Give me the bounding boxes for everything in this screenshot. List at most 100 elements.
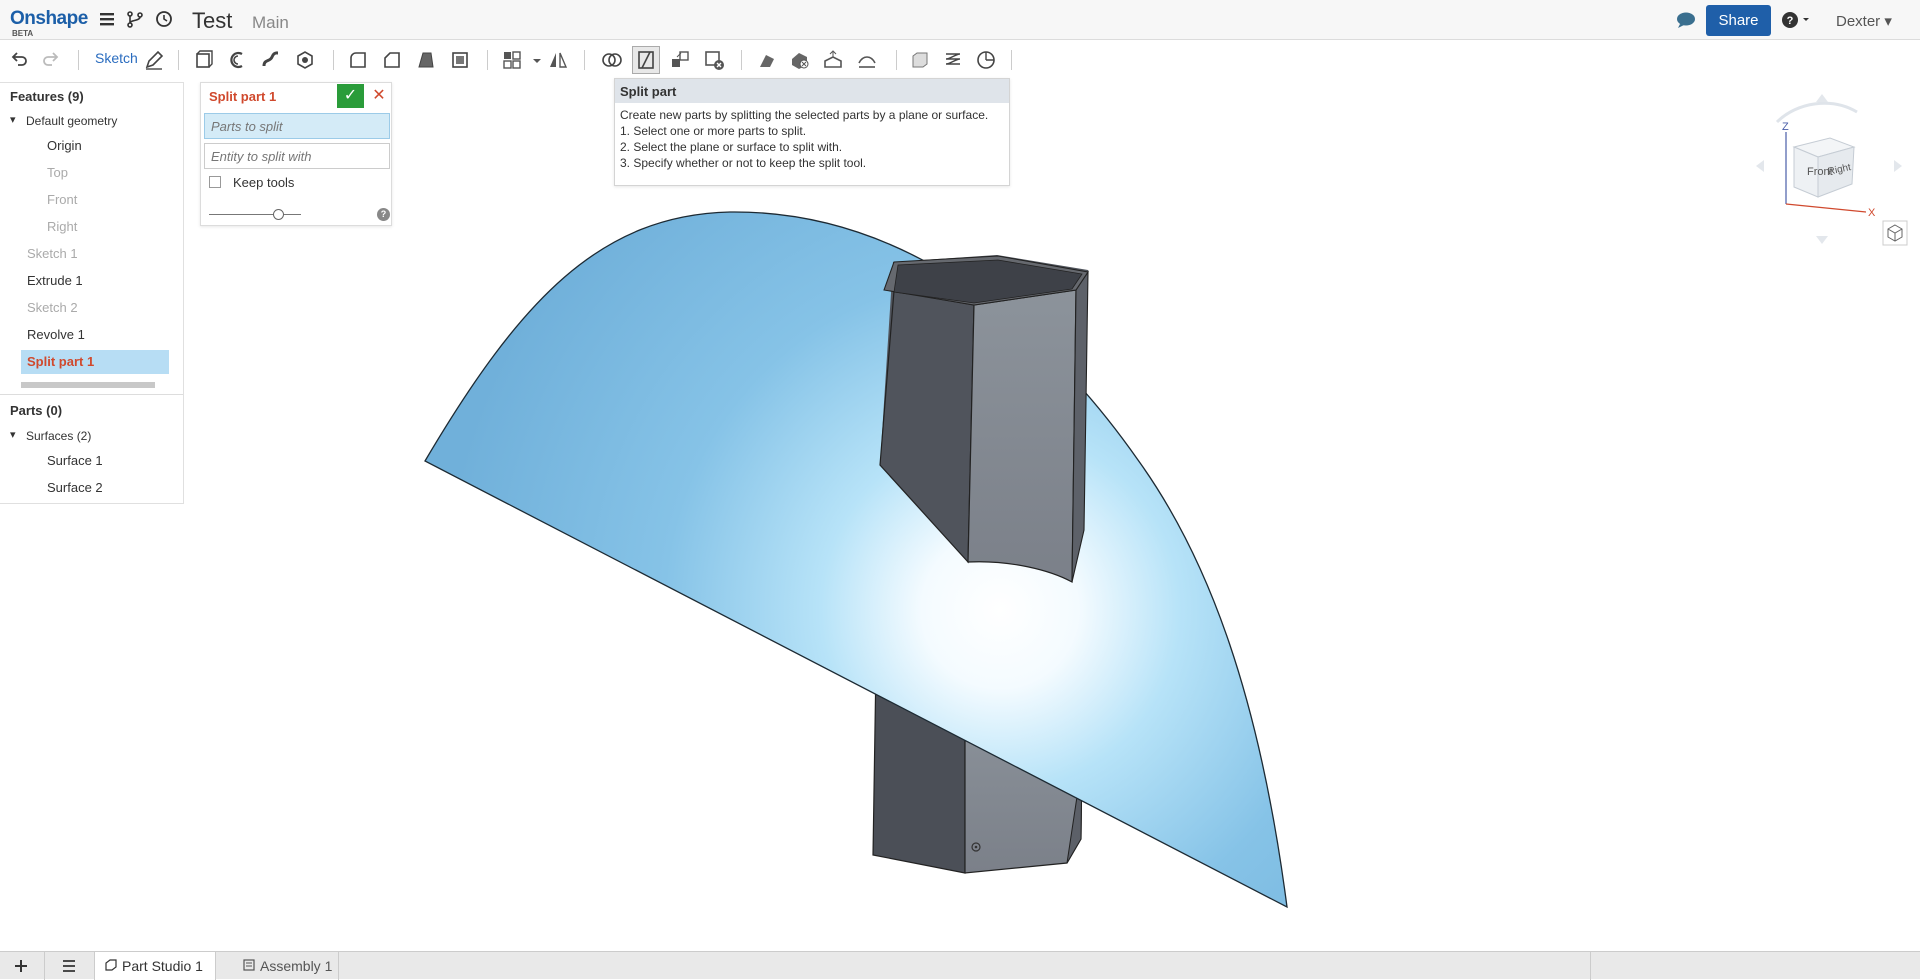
split-part-icon[interactable] <box>632 46 660 74</box>
tooltip-step: 3. Specify whether or not to keep the sp… <box>620 156 867 170</box>
redo-icon[interactable] <box>40 49 62 71</box>
delete-face-icon[interactable] <box>789 49 811 71</box>
tab-part-studio-1[interactable]: Part Studio 1 <box>94 952 216 980</box>
tooltip-description: Create new parts by splitting the select… <box>620 108 989 122</box>
tab-list-icon[interactable] <box>60 957 80 975</box>
feature-item-extrude-1[interactable]: Extrude 1 <box>27 273 83 288</box>
parts-header: Parts (0) <box>10 403 63 418</box>
share-button[interactable]: Share <box>1706 5 1771 36</box>
features-header: Features (9) <box>10 89 84 104</box>
delete-part-icon[interactable] <box>703 49 725 71</box>
feature-item-top[interactable]: Top <box>47 165 68 180</box>
feature-item-sketch-2[interactable]: Sketch 2 <box>27 300 78 315</box>
part-item-surface-2[interactable]: Surface 2 <box>47 480 103 495</box>
axis-z-label: Z <box>1782 121 1789 133</box>
history-icon[interactable] <box>155 10 175 30</box>
transparency-slider[interactable] <box>209 209 301 220</box>
help-menu-icon[interactable]: ? <box>1781 11 1809 31</box>
slider-handle[interactable] <box>273 209 284 220</box>
separator <box>896 50 897 70</box>
rotate-arrow-icon[interactable] <box>1775 101 1858 124</box>
checkmark-icon: ✓ <box>343 87 358 104</box>
toolbar: Sketch <box>0 40 1920 78</box>
feature-list-panel: Features (9) ▾ Default geometry Origin T… <box>0 82 184 504</box>
move-face-icon[interactable] <box>822 49 844 71</box>
close-icon: ✕ <box>372 87 386 104</box>
draft-icon[interactable] <box>415 49 437 71</box>
chevron-down-icon[interactable]: ▾ <box>10 113 16 126</box>
ok-button[interactable]: ✓ <box>337 84 364 108</box>
rollback-bar[interactable] <box>21 382 155 388</box>
tooltip-step: 2. Select the plane or surface to split … <box>620 140 843 154</box>
revolved-surface[interactable] <box>424 211 1288 909</box>
separator <box>178 50 179 70</box>
separator <box>338 952 339 980</box>
menu-icon[interactable] <box>98 10 118 30</box>
parts-to-split-field[interactable]: Parts to split <box>204 113 390 139</box>
mirror-icon[interactable] <box>547 49 569 71</box>
branch-icon[interactable] <box>126 10 146 30</box>
split-part-dialog: Split part 1 ✓ ✕ Parts to split Entity t… <box>200 82 392 226</box>
extrude-icon[interactable] <box>193 49 215 71</box>
pattern-dropdown-icon[interactable] <box>526 49 541 71</box>
sketch-button[interactable]: Sketch <box>95 50 138 66</box>
chamfer-icon[interactable] <box>381 49 403 71</box>
part-studio-icon <box>104 958 118 975</box>
feature-item-front[interactable]: Front <box>47 192 77 207</box>
separator <box>1011 50 1012 70</box>
split-part-tooltip: Split part Create new parts by splitting… <box>614 78 1010 186</box>
document-title[interactable]: Test <box>192 8 232 34</box>
entity-to-split-with-field[interactable]: Entity to split with <box>204 143 390 169</box>
caret-down-icon: ▾ <box>1884 13 1892 30</box>
view-up-arrow-icon[interactable] <box>1816 94 1828 102</box>
user-menu[interactable]: Dexter ▾ <box>1836 12 1892 30</box>
feature-item-default-geometry[interactable]: Default geometry <box>26 114 117 128</box>
chevron-down-icon[interactable]: ▾ <box>10 428 16 441</box>
transform-icon[interactable] <box>669 49 691 71</box>
helix-icon[interactable] <box>942 49 964 71</box>
fillet-icon[interactable] <box>347 49 369 71</box>
tooltip-step: 1. Select one or more parts to split. <box>620 124 807 138</box>
beta-badge: BETA <box>12 29 34 38</box>
keep-tools-option[interactable]: Keep tools <box>209 175 294 190</box>
keep-tools-checkbox[interactable] <box>209 176 221 188</box>
view-cube-menu-icon[interactable] <box>1882 220 1908 246</box>
sketch-pencil-icon[interactable] <box>143 49 165 71</box>
feature-item-revolve-1[interactable]: Revolve 1 <box>27 327 85 342</box>
separator <box>1590 952 1591 980</box>
measure-icon[interactable] <box>975 49 997 71</box>
comment-icon[interactable] <box>1676 11 1696 31</box>
add-tab-icon[interactable] <box>12 957 32 975</box>
onshape-logo[interactable]: Onshape BETA <box>10 8 88 38</box>
help-icon[interactable]: ? <box>377 208 390 221</box>
tab-bar: Part Studio 1 Assembly 1 <box>0 951 1920 980</box>
cancel-button[interactable]: ✕ <box>367 84 391 108</box>
boolean-icon[interactable] <box>601 49 623 71</box>
shell-icon[interactable] <box>449 49 471 71</box>
feature-item-split-part-1[interactable]: Split part 1 <box>21 350 169 374</box>
undo-icon[interactable] <box>8 49 30 71</box>
sweep-icon[interactable] <box>260 49 282 71</box>
feature-item-sketch-1[interactable]: Sketch 1 <box>27 246 78 261</box>
axis-x-label: X <box>1868 207 1876 219</box>
tab-assembly-1[interactable]: Assembly 1 <box>232 952 338 980</box>
view-cube[interactable]: Front Right Z X <box>1752 92 1912 252</box>
modify-fillet-icon[interactable] <box>756 49 778 71</box>
separator <box>584 50 585 70</box>
workspace-name[interactable]: Main <box>252 13 289 33</box>
revolve-icon[interactable] <box>227 49 249 71</box>
view-down-arrow-icon[interactable] <box>1816 236 1828 244</box>
feature-item-right[interactable]: Right <box>47 219 77 234</box>
parts-group-surfaces[interactable]: Surfaces (2) <box>26 429 91 443</box>
separator <box>44 952 45 980</box>
view-left-arrow-icon[interactable] <box>1756 160 1764 172</box>
replace-face-icon[interactable] <box>856 49 878 71</box>
feature-item-origin[interactable]: Origin <box>47 138 82 153</box>
tab-label: Part Studio 1 <box>122 958 203 974</box>
separator <box>741 50 742 70</box>
loft-icon[interactable] <box>294 49 316 71</box>
view-right-arrow-icon[interactable] <box>1894 160 1902 172</box>
part-item-surface-1[interactable]: Surface 1 <box>47 453 103 468</box>
pattern-icon[interactable] <box>501 49 523 71</box>
plane-icon[interactable] <box>909 49 931 71</box>
